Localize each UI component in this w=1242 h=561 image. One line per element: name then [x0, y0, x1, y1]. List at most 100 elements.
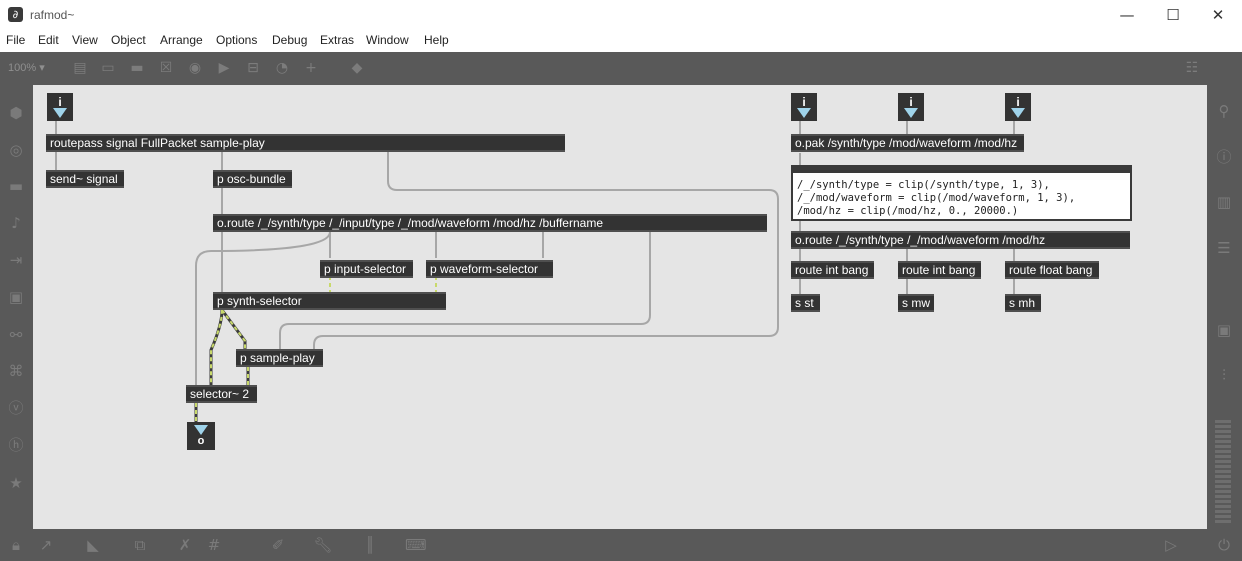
menu-bar: File Edit View Object Arrange Options De…: [0, 30, 1242, 52]
add-patcher-icon[interactable]: ✐: [268, 535, 288, 555]
send-signal-object[interactable]: send~ signal: [46, 170, 124, 188]
minimize-button[interactable]: —: [1104, 0, 1150, 30]
grid-snap-icon[interactable]: #: [204, 535, 224, 555]
patcher-toolbar: 100% ▾ ▤ ▭ ▬ ☒ ◉ ▶ ⊟ ◔ + ◆ ☷: [0, 52, 1242, 85]
favorites-icon[interactable]: ★: [6, 473, 26, 493]
route-int-bang-object[interactable]: route int bang: [898, 261, 981, 279]
inlet-label: i: [1016, 95, 1020, 109]
waveform-selector-object[interactable]: p waveform-selector: [426, 260, 553, 278]
vst-icon[interactable]: ⓥ: [6, 398, 26, 418]
inlet-label: i: [909, 95, 913, 109]
osc-bundle-object[interactable]: p osc-bundle: [213, 170, 292, 188]
number-icon[interactable]: ▶: [216, 60, 232, 76]
sample-play-object[interactable]: p sample-play: [236, 349, 323, 367]
inlet-label: i: [58, 95, 62, 109]
wrench-icon[interactable]: 🔧︎: [313, 535, 333, 555]
lock-icon[interactable]: 🔒︎: [6, 535, 26, 555]
input-selector-object[interactable]: p input-selector: [320, 260, 413, 278]
zoom-level[interactable]: 100% ▾: [8, 61, 45, 74]
inlet-object[interactable]: i: [791, 93, 817, 121]
menu-window[interactable]: Window: [366, 33, 409, 47]
mixer-icon[interactable]: ⫶: [1214, 365, 1234, 385]
signal-cord: [220, 309, 247, 349]
menu-extras[interactable]: Extras: [320, 33, 354, 47]
outlet-object[interactable]: o: [187, 422, 215, 450]
close-button[interactable]: ✕: [1195, 0, 1241, 30]
menu-help[interactable]: Help: [424, 33, 449, 47]
comment-icon[interactable]: ▭: [100, 60, 116, 76]
menu-edit[interactable]: Edit: [38, 33, 59, 47]
inlet-object[interactable]: i: [898, 93, 924, 121]
snapshot-icon[interactable]: ▣: [1214, 320, 1234, 340]
level-meter: [1215, 420, 1231, 525]
message-icon[interactable]: ▬: [129, 60, 145, 76]
music-icon[interactable]: ♪: [6, 213, 26, 233]
help-icon[interactable]: ⓗ: [6, 435, 26, 455]
windows-icon[interactable]: ⧉: [130, 535, 150, 555]
left-sidebar: ⬢ ◎ ▬ ♪ ⇥ ▣ ⚯ ⌘ ⓥ ⓗ ★: [0, 85, 33, 529]
oroute-mod-object[interactable]: o.route /_/synth/type /_/mod/waveform /m…: [791, 231, 1130, 249]
max-app-icon: ∂: [8, 7, 23, 22]
inlet-arrow-icon: [1011, 108, 1025, 118]
format-icon[interactable]: ◆: [349, 60, 365, 76]
menu-object[interactable]: Object: [111, 33, 146, 47]
clips-icon[interactable]: ⇥: [6, 250, 26, 270]
edit-mode-icon[interactable]: ↗: [36, 535, 56, 555]
image-icon[interactable]: ▣: [6, 287, 26, 307]
piano-icon[interactable]: ║: [360, 535, 380, 555]
routepass-object[interactable]: routepass signal FullPacket sample-play: [46, 134, 565, 152]
inlet-object[interactable]: i: [47, 93, 73, 121]
oroute-main-object[interactable]: o.route /_/synth/type /_/input/type /_/m…: [213, 214, 767, 232]
route-int-bang-object[interactable]: route int bang: [791, 261, 874, 279]
browser-icon[interactable]: ◎: [6, 140, 26, 160]
inlet-arrow-icon: [904, 108, 918, 118]
expr-line: /mod/hz = clip(/mod/hz, 0., 20000.): [797, 205, 1019, 217]
reference-icon[interactable]: ▥: [1214, 192, 1234, 212]
maximize-button[interactable]: ☐: [1150, 0, 1196, 30]
audio-transport-icon[interactable]: ▷: [1161, 535, 1181, 555]
send-mh-object[interactable]: s mh: [1005, 294, 1041, 312]
route-float-bang-object[interactable]: route float bang: [1005, 261, 1099, 279]
package-icon[interactable]: ⬢: [6, 103, 26, 123]
mute-icon[interactable]: ✗: [175, 535, 195, 555]
presentation-mode-icon[interactable]: ◣: [83, 535, 103, 555]
right-sidebar: ⚲ ⓘ ▥ ☰ ▣ ⫶: [1207, 85, 1242, 529]
expr-line: /_/mod/waveform = clip(/mod/waveform, 1,…: [797, 192, 1076, 204]
cord: [279, 232, 651, 349]
plugin-icon[interactable]: ⌘: [6, 361, 26, 381]
media-icon[interactable]: ▬: [6, 176, 26, 196]
title-bar: ∂ rafmod~ — ☐ ✕: [0, 0, 1242, 30]
menu-view[interactable]: View: [72, 33, 98, 47]
send-mw-object[interactable]: s mw: [898, 294, 934, 312]
inlet-arrow-icon: [53, 108, 67, 118]
grid-icon[interactable]: ☷: [1184, 60, 1200, 76]
button-icon[interactable]: ◉: [187, 60, 203, 76]
add-object-icon[interactable]: +: [303, 60, 319, 76]
window-title: rafmod~: [30, 8, 75, 22]
send-st-object[interactable]: s st: [791, 294, 820, 312]
inspector-icon[interactable]: ⓘ: [1214, 147, 1234, 167]
presentation-icon[interactable]: ▤: [72, 60, 88, 76]
menu-arrange[interactable]: Arrange: [160, 33, 203, 47]
list-icon[interactable]: ☰: [1214, 238, 1234, 258]
menu-file[interactable]: File: [6, 33, 25, 47]
expr-box-header: [791, 165, 1132, 171]
menu-options[interactable]: Options: [216, 33, 257, 47]
expr-box[interactable]: /_/synth/type = clip(/synth/type, 1, 3),…: [791, 165, 1132, 221]
outlet-arrow-icon: [194, 425, 208, 435]
patcher-canvas[interactable]: i routepass signal FullPacket sample-pla…: [33, 85, 1207, 529]
inlet-object[interactable]: i: [1005, 93, 1031, 121]
toggle-icon[interactable]: ☒: [158, 60, 174, 76]
selector-object[interactable]: selector~ 2: [186, 385, 257, 403]
menu-debug[interactable]: Debug: [272, 33, 307, 47]
dial-icon[interactable]: ◔: [274, 60, 290, 76]
synth-selector-object[interactable]: p synth-selector: [213, 292, 446, 310]
dsp-power-icon[interactable]: ⏻: [1214, 535, 1234, 555]
search-icon[interactable]: ⚲: [1214, 101, 1234, 121]
opak-object[interactable]: o.pak /synth/type /mod/waveform /mod/hz: [791, 134, 1024, 152]
inlet-arrow-icon: [797, 108, 811, 118]
link-icon[interactable]: ⚯: [6, 325, 26, 345]
slider-icon[interactable]: ⊟: [245, 60, 261, 76]
keyboard-icon[interactable]: ⌨: [405, 535, 427, 555]
outlet-label: o: [197, 435, 205, 447]
